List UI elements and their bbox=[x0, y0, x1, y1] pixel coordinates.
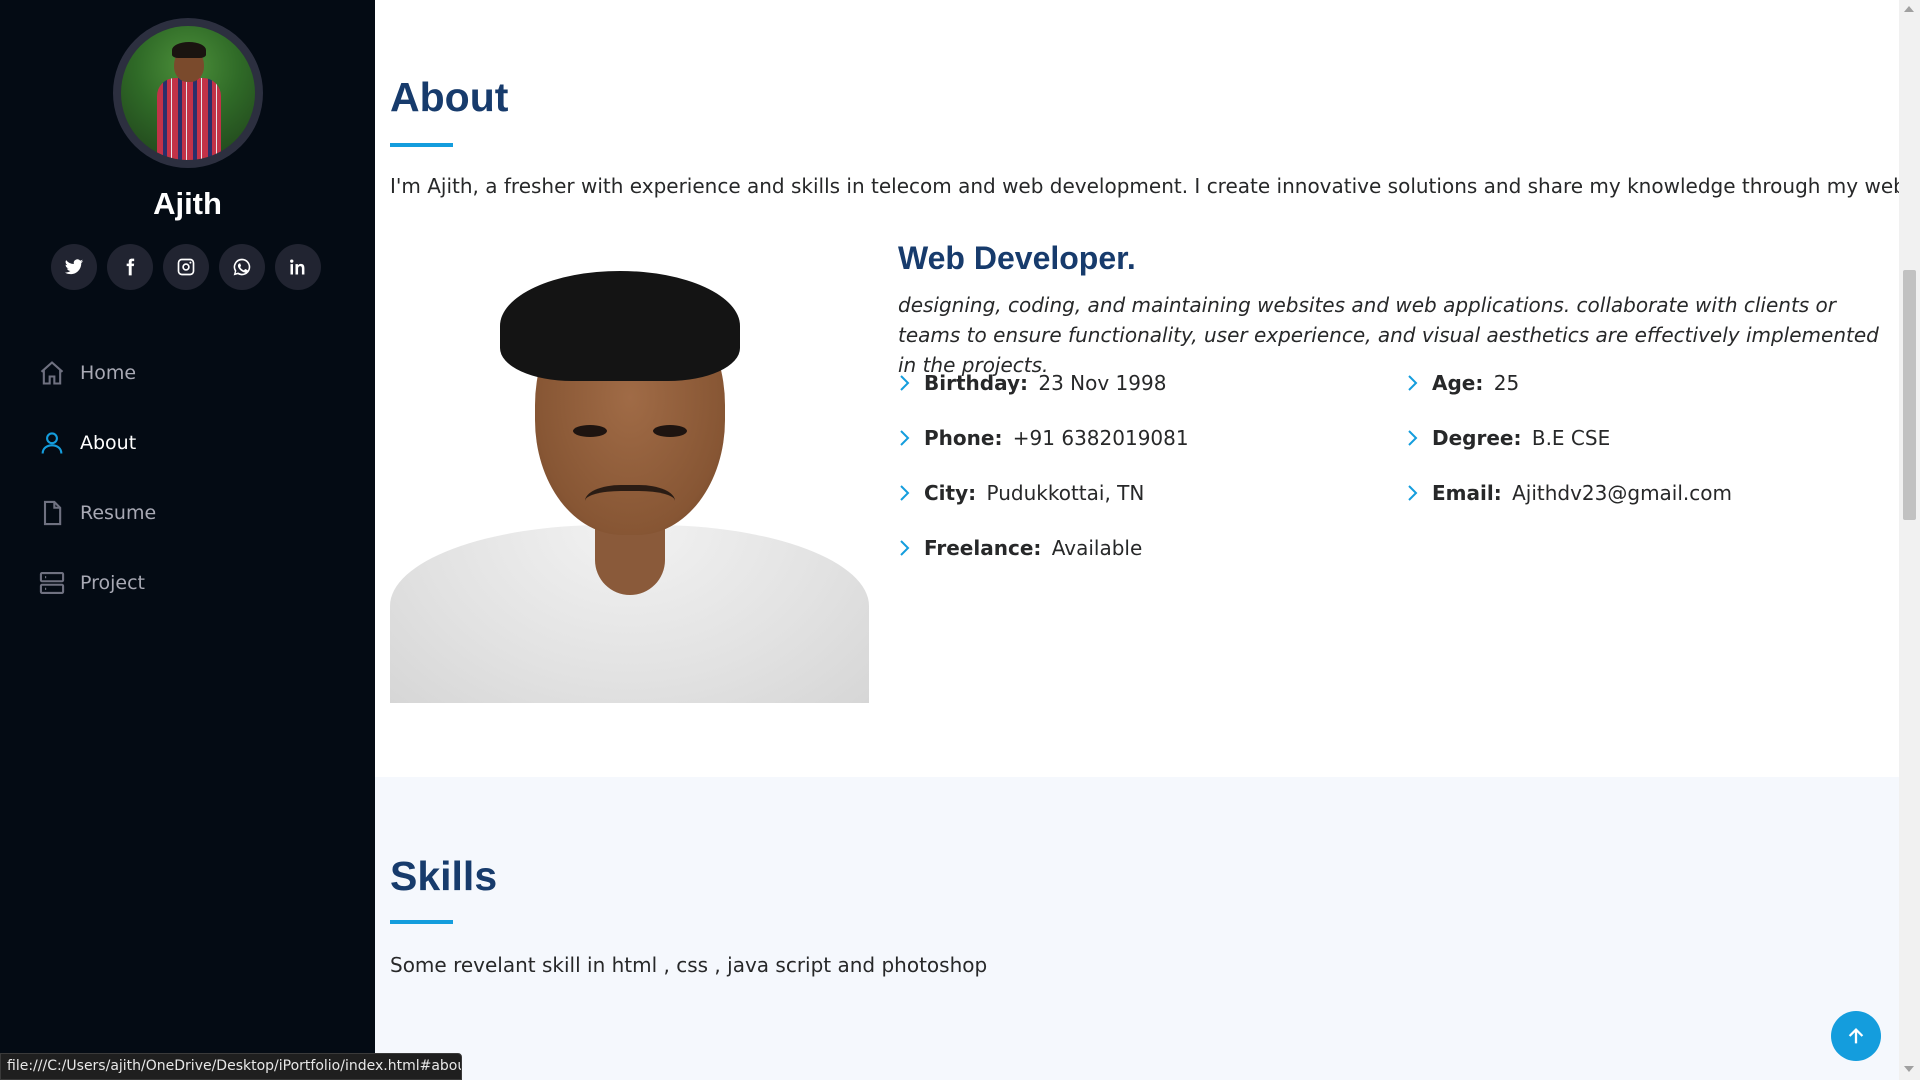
scroll-up-arrow-icon[interactable] bbox=[1904, 6, 1914, 12]
browser-status-url: file:///C:/Users/ajith/OneDrive/Desktop/… bbox=[0, 1053, 462, 1080]
chevron-right-icon bbox=[1408, 485, 1418, 501]
info-value: 25 bbox=[1493, 371, 1520, 395]
info-value: Available bbox=[1051, 536, 1143, 560]
nav-item-label: About bbox=[80, 432, 137, 454]
linkedin-button[interactable] bbox=[275, 244, 321, 290]
chevron-right-icon bbox=[900, 375, 910, 391]
info-age: Age: 25 bbox=[1406, 371, 1519, 395]
home-icon bbox=[40, 361, 64, 385]
nav-item-label: Project bbox=[80, 572, 146, 594]
twitter-icon bbox=[64, 259, 84, 275]
skills-description: Some revelant skill in html , css , java… bbox=[390, 953, 988, 977]
server-icon bbox=[39, 572, 65, 594]
info-label: City: bbox=[924, 481, 977, 505]
main-content: About I'm Ajith, a fresher with experien… bbox=[375, 0, 1920, 1080]
info-phone: Phone: +91 6382019081 bbox=[898, 426, 1189, 450]
chevron-right-icon bbox=[1408, 430, 1418, 446]
skills-title: Skills bbox=[390, 853, 498, 899]
chevron-right-icon bbox=[900, 540, 910, 556]
instagram-button[interactable] bbox=[163, 244, 209, 290]
role-description: designing, coding, and maintaining websi… bbox=[898, 293, 1879, 377]
about-intro: I'm Ajith, a fresher with experience and… bbox=[390, 174, 1920, 198]
info-birthday: Birthday: 23 Nov 1998 bbox=[898, 371, 1166, 395]
info-value: Pudukkottai, TN bbox=[986, 481, 1145, 505]
profile-photo bbox=[390, 235, 869, 703]
about-section: About I'm Ajith, a fresher with experien… bbox=[375, 0, 1920, 777]
facebook-button[interactable] bbox=[107, 244, 153, 290]
whatsapp-icon bbox=[233, 258, 251, 276]
person-icon bbox=[41, 432, 63, 454]
info-email: Email: Ajithdv23@gmail.com bbox=[1406, 481, 1732, 505]
info-label: Birthday: bbox=[924, 371, 1028, 395]
info-freelance: Freelance: Available bbox=[898, 536, 1142, 560]
linkedin-icon bbox=[290, 259, 305, 275]
info-city: City: Pudukkottai, TN bbox=[898, 481, 1144, 505]
info-value[interactable]: Ajithdv23@gmail.com bbox=[1512, 481, 1732, 505]
info-label: Age: bbox=[1432, 371, 1484, 395]
chevron-right-icon bbox=[1408, 375, 1418, 391]
back-to-top-button[interactable] bbox=[1831, 1011, 1881, 1061]
info-value: 23 Nov 1998 bbox=[1038, 371, 1167, 395]
role-title: Web Developer. bbox=[898, 240, 1136, 276]
info-value: B.E CSE bbox=[1531, 426, 1611, 450]
social-links bbox=[51, 244, 321, 290]
skills-title-underline bbox=[390, 920, 453, 924]
nav-item-home[interactable]: Home bbox=[38, 338, 156, 408]
nav-item-resume[interactable]: Resume bbox=[38, 478, 156, 548]
skills-section: Skills Some revelant skill in html , css… bbox=[375, 777, 1899, 1080]
twitter-button[interactable] bbox=[51, 244, 97, 290]
info-label: Freelance: bbox=[924, 536, 1042, 560]
about-title-underline bbox=[390, 143, 453, 147]
info-value: +91 6382019081 bbox=[1012, 426, 1189, 450]
info-label: Phone: bbox=[924, 426, 1003, 450]
scroll-thumb[interactable] bbox=[1903, 270, 1916, 520]
nav-item-about[interactable]: About bbox=[38, 408, 156, 478]
sidebar-nav: Home About Resume Project bbox=[38, 338, 156, 618]
arrow-up-icon bbox=[1848, 1027, 1864, 1044]
profile-name: Ajith bbox=[153, 186, 222, 221]
nav-item-project[interactable]: Project bbox=[38, 548, 156, 618]
info-label: Degree: bbox=[1432, 426, 1522, 450]
chevron-right-icon bbox=[900, 485, 910, 501]
whatsapp-button[interactable] bbox=[219, 244, 265, 290]
chevron-right-icon bbox=[900, 430, 910, 446]
nav-item-label: Resume bbox=[80, 502, 157, 524]
info-degree: Degree: B.E CSE bbox=[1406, 426, 1610, 450]
avatar bbox=[113, 18, 263, 168]
file-icon bbox=[43, 500, 62, 526]
page-scrollbar[interactable] bbox=[1899, 0, 1920, 1080]
sidebar: Ajith Home About Resume Project bbox=[0, 0, 375, 1080]
nav-item-label: Home bbox=[80, 362, 137, 384]
info-label: Email: bbox=[1432, 481, 1502, 505]
scroll-down-arrow-icon[interactable] bbox=[1904, 1066, 1914, 1072]
instagram-icon bbox=[177, 258, 195, 276]
about-title: About bbox=[390, 74, 509, 120]
facebook-icon bbox=[126, 258, 135, 276]
